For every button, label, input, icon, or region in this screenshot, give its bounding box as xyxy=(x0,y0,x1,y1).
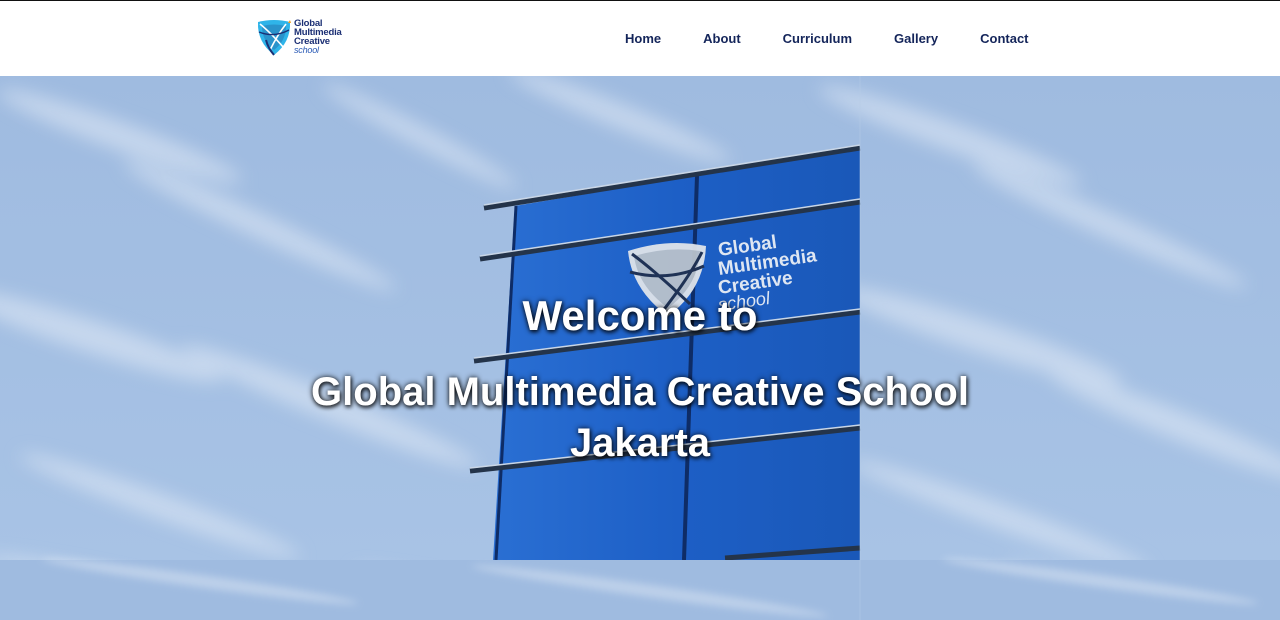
hero-school-line-2: Jakarta xyxy=(569,421,711,465)
nav-gallery[interactable]: Gallery xyxy=(873,31,959,46)
logo-line-4: school xyxy=(294,45,319,55)
hero-background-image: Global Multimedia Creative school xyxy=(0,76,1280,620)
hero-welcome-heading: Welcome to xyxy=(522,292,758,339)
hero-school-heading: Global Multimedia Creative School Jakart… xyxy=(0,367,1280,469)
nav-curriculum[interactable]: Curriculum xyxy=(762,31,873,46)
hero-school-line-1: Global Multimedia Creative School xyxy=(311,370,969,414)
nav-home[interactable]: Home xyxy=(604,31,682,46)
main-nav: Home About Curriculum Gallery Contact xyxy=(604,1,1050,76)
hero-section: Global Multimedia Creative school Welcom… xyxy=(0,76,1280,620)
logo[interactable]: Global Multimedia Creative school xyxy=(256,18,356,58)
nav-contact[interactable]: Contact xyxy=(959,31,1049,46)
nav-about[interactable]: About xyxy=(682,31,762,46)
globe-shield-icon xyxy=(257,20,291,56)
page: Global Multimedia Creative school Home A… xyxy=(0,0,1280,620)
logo-text: Global Multimedia Creative school xyxy=(294,19,342,55)
site-header: Global Multimedia Creative school Home A… xyxy=(0,1,1280,76)
